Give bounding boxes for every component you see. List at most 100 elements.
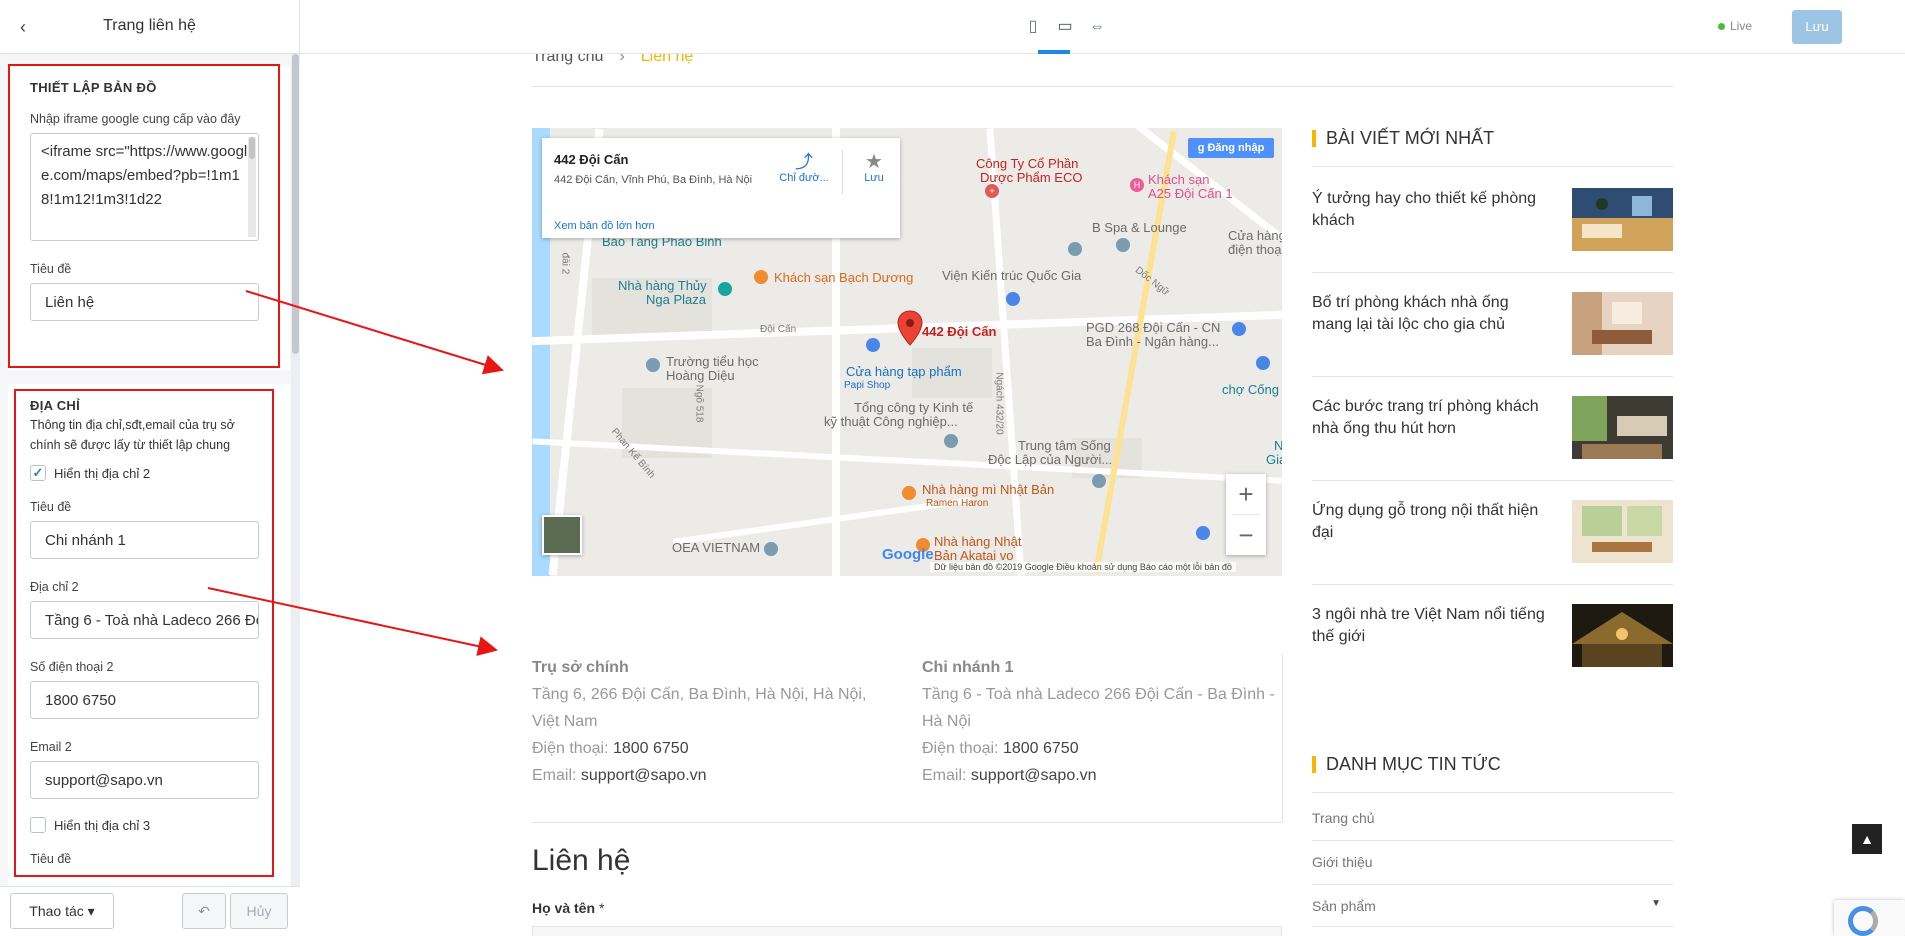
email-label: Email: xyxy=(922,767,967,784)
live-dot-icon xyxy=(1718,22,1725,30)
post-item[interactable]: Các bước trang trí phòng khách nhà ống t… xyxy=(1312,396,1673,500)
breadcrumb-current: Liên hệ xyxy=(640,54,694,65)
iframe-label: Nhập iframe google cung cấp vào đây xyxy=(30,112,241,126)
fit-width-icon[interactable]: ⇔ xyxy=(1086,16,1108,38)
category-item[interactable]: Giới thiệu xyxy=(1312,854,1673,870)
category-item[interactable]: Trang chủ xyxy=(1312,810,1673,826)
satellite-toggle[interactable] xyxy=(542,515,582,555)
chevron-down-icon[interactable]: ▼ xyxy=(1651,898,1661,909)
post-thumbnail[interactable] xyxy=(1572,292,1673,355)
required-marker: * xyxy=(599,900,605,916)
scrollbar-thumb[interactable] xyxy=(292,54,299,354)
show-address-2-row[interactable]: ✓ Hiển thị địa chỉ 2 xyxy=(30,465,268,481)
map-settings-section: THIẾT LẬP BẢN ĐỒ Nhập iframe google cung… xyxy=(8,66,290,370)
poi-icon xyxy=(1232,322,1246,336)
cancel-button[interactable]: Hủy xyxy=(230,893,288,929)
category-label[interactable]: Sản phẩm xyxy=(1312,898,1376,914)
phone-value: 1800 6750 xyxy=(1002,740,1079,757)
map-label-school-2: Hoàng Diệu xyxy=(666,368,735,383)
sidebar-divider xyxy=(1312,376,1673,377)
iframe-value: <iframe src="https://www.google.com/maps… xyxy=(41,143,248,208)
back-chevron-icon[interactable]: ‹ xyxy=(12,16,34,38)
post-item[interactable]: Bố trí phòng khách nhà ống mang lại tài … xyxy=(1312,292,1673,396)
map-label-ramen-haron: Ramen Haron xyxy=(926,498,989,509)
zoom-out-button[interactable]: − xyxy=(1226,515,1266,555)
poi-icon xyxy=(646,358,660,372)
map-signin-button[interactable]: g Đăng nhập xyxy=(1188,138,1274,158)
iframe-textarea[interactable]: <iframe src="https://www.google.com/maps… xyxy=(30,133,259,241)
post-title[interactable]: Ứng dụng gỗ trong nội thất hiện đại xyxy=(1312,500,1552,544)
map-label-school: Trường tiểu học xyxy=(666,354,759,369)
post-thumbnail[interactable] xyxy=(1572,604,1673,667)
post-item[interactable]: 3 ngôi nhà tre Việt Nam nổi tiếng thế gi… xyxy=(1312,604,1673,708)
breadcrumb-home[interactable]: Trang chủ xyxy=(532,54,603,66)
zoom-in-button[interactable]: + xyxy=(1226,474,1266,514)
post-title[interactable]: Ý tưởng hay cho thiết kế phòng khách xyxy=(1312,188,1552,232)
branch-title-input[interactable]: Chi nhánh 1 xyxy=(30,521,259,559)
panel-scroll-area: THIẾT LẬP BẢN ĐỒ Nhập iframe google cung… xyxy=(0,54,290,886)
map-label-ramen: Nhà hàng mì Nhật Bản xyxy=(922,482,1055,497)
post-thumbnail[interactable] xyxy=(1572,500,1673,563)
breadcrumb-separator: › xyxy=(619,54,625,65)
map-label-song-doc-lap-2: Độc Lập của Người... xyxy=(988,452,1113,467)
map-label-kinh-te: Tổng công ty Kinh tế xyxy=(854,400,974,415)
category-item[interactable]: Sản phẩm ▼ xyxy=(1312,898,1673,914)
map-attribution: Dữ liệu bản đồ ©2019 Google Điều khoản s… xyxy=(930,562,1236,572)
undo-button[interactable]: ↶ xyxy=(182,893,226,929)
address-text: Tầng 6 - Toà nhà Ladeco 266 Đội Cấn - Ba… xyxy=(922,686,1275,730)
map-card-address: 442 Đội Cấn, Vĩnh Phú, Ba Đình, Hà Nội xyxy=(554,174,753,186)
poi-icon xyxy=(1196,526,1210,540)
recaptcha-icon xyxy=(1848,906,1878,936)
post-title[interactable]: Bố trí phòng khách nhà ống mang lại tài … xyxy=(1312,292,1552,336)
panel-scrollbar[interactable] xyxy=(291,54,300,886)
directions-icon: ⤴ xyxy=(795,152,813,172)
view-larger-map-link[interactable]: Xem bản đồ lớn hơn xyxy=(554,220,655,232)
poi-icon: + xyxy=(985,184,999,198)
post-thumbnail[interactable] xyxy=(1572,188,1673,251)
post-title[interactable]: Các bước trang trí phòng khách nhà ống t… xyxy=(1312,396,1552,440)
address-vertical-divider xyxy=(1282,654,1283,822)
show-address-3-row[interactable]: Hiển thị địa chỉ 3 xyxy=(30,817,268,833)
mobile-device-icon[interactable]: ▯ xyxy=(1022,16,1044,38)
email-2-label: Email 2 xyxy=(30,740,72,754)
phone-2-input[interactable]: 1800 6750 xyxy=(30,681,259,719)
map-title-input[interactable]: Liên hệ xyxy=(30,283,259,321)
show-address-3-checkbox[interactable] xyxy=(30,817,46,833)
show-address-2-checkbox[interactable]: ✓ xyxy=(30,465,46,481)
recaptcha-badge[interactable] xyxy=(1834,900,1905,936)
map-label-thuy-nga: Nhà hàng Thủy xyxy=(618,278,707,293)
undo-icon: ↶ xyxy=(198,903,210,919)
address-2-input[interactable]: Tầng 6 - Toà nhà Ladeco 266 Đội Cấn - Ba… xyxy=(30,601,259,639)
map-label-phone-shop: Cửa hàng xyxy=(1228,228,1282,243)
post-item[interactable]: Ứng dụng gỗ trong nội thất hiện đại xyxy=(1312,500,1673,604)
email-2-input[interactable]: support@sapo.vn xyxy=(30,761,259,799)
google-map[interactable]: + Công Ty Cổ Phần Dược Phẩm ECO H Khách … xyxy=(532,128,1282,576)
save-button[interactable]: Lưu xyxy=(1792,10,1842,44)
actions-dropdown-button[interactable]: Thao tác ▾ xyxy=(10,893,114,929)
news-categories-heading: DANH MỤC TIN TỨC xyxy=(1312,754,1501,775)
directions-button[interactable]: ⤴ Chỉ đườ... xyxy=(774,152,834,184)
category-label[interactable]: Giới thiệu xyxy=(1312,854,1373,870)
address-section-heading: ĐỊA CHỈ xyxy=(30,398,81,413)
post-thumbnail[interactable] xyxy=(1572,396,1673,459)
settings-panel: ‹ Trang liên hệ THIẾT LẬP BẢN ĐỒ Nhập if… xyxy=(0,0,300,936)
category-label[interactable]: Trang chủ xyxy=(1312,810,1375,826)
address-email-row: Email: support@sapo.vn xyxy=(532,762,882,789)
poi-icon xyxy=(1092,474,1106,488)
poi-icon xyxy=(902,486,916,500)
textarea-scrollbar[interactable] xyxy=(248,137,256,237)
email-value[interactable]: support@sapo.vn xyxy=(581,767,707,784)
address-phone-row: Điện thoại: 1800 6750 xyxy=(922,735,1282,762)
heading-accent-bar xyxy=(1312,756,1316,773)
post-title[interactable]: 3 ngôi nhà tre Việt Nam nổi tiếng thế gi… xyxy=(1312,604,1552,648)
post-item[interactable]: Ý tưởng hay cho thiết kế phòng khách xyxy=(1312,188,1673,292)
map-pin-icon[interactable] xyxy=(897,310,923,346)
map-save-button[interactable]: ★ Lưu xyxy=(854,152,894,184)
map-label-eco-2: Dược Phẩm ECO xyxy=(980,170,1083,185)
sidebar-divider xyxy=(1312,884,1673,885)
desktop-device-icon[interactable]: ▭ xyxy=(1054,16,1076,38)
address-block-main: Trụ sở chính Tầng 6, 266 Đội Cấn, Ba Đìn… xyxy=(532,654,882,789)
email-value[interactable]: support@sapo.vn xyxy=(971,767,1097,784)
name-input[interactable] xyxy=(532,926,1282,936)
back-to-top-button[interactable]: ▲ xyxy=(1852,824,1882,854)
